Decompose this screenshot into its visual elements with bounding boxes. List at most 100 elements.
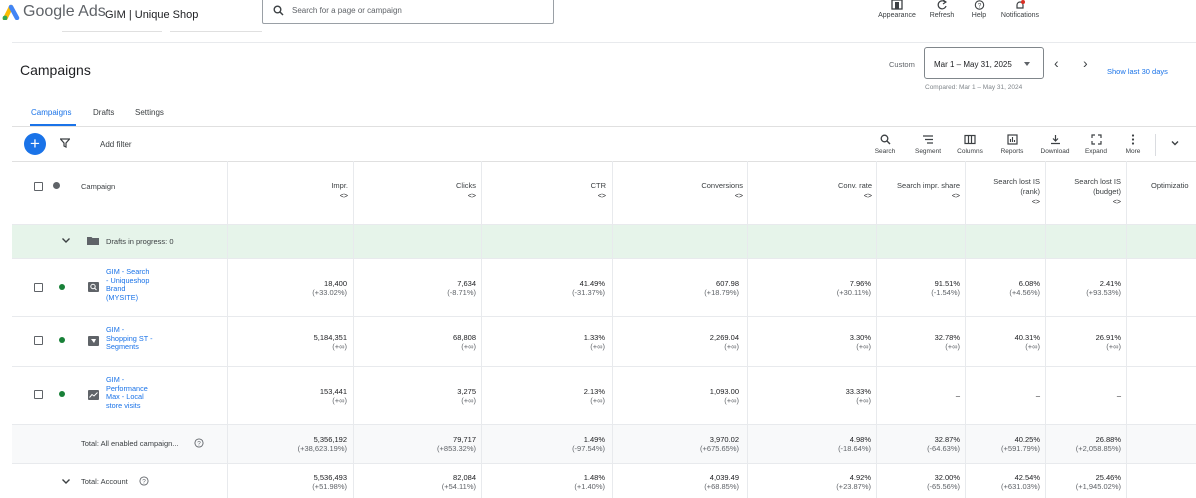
- appearance-button[interactable]: Appearance: [876, 0, 918, 19]
- cell-value: 41.49%: [579, 279, 605, 288]
- cell-change: (+∞): [1106, 342, 1121, 351]
- previous-period-button[interactable]: ‹: [1054, 55, 1059, 71]
- column-header-search-lost-is-budget[interactable]: Search lost IS (budget) <>: [1048, 177, 1121, 208]
- cell-value: 2.41%: [1099, 279, 1121, 288]
- toolbar-columns-label: Columns: [957, 148, 983, 155]
- toolbar-reports-button[interactable]: Reports: [997, 134, 1027, 155]
- tab-campaigns[interactable]: Campaigns: [31, 108, 71, 117]
- column-header-conv-rate[interactable]: Conv. rate <>: [760, 181, 872, 202]
- column-header-label: Conv. rate: [837, 181, 872, 190]
- clicks-cell: 3,275 (+∞): [457, 387, 476, 405]
- search-icon: [273, 5, 284, 16]
- column-header-conversions[interactable]: Conversions <>: [625, 181, 743, 202]
- show-last-30-days-link[interactable]: Show last 30 days: [1107, 67, 1168, 76]
- tab-settings[interactable]: Settings: [135, 108, 164, 117]
- cell-change: (+∞): [945, 342, 960, 351]
- row-divider: [12, 258, 1196, 259]
- refresh-button[interactable]: Refresh: [927, 0, 957, 19]
- cell-value: 607.98: [716, 279, 739, 288]
- chevron-down-icon[interactable]: [61, 237, 71, 244]
- lost-is-rank-cell: –: [1036, 391, 1040, 400]
- cell-change: (+1,945.02%): [1075, 482, 1121, 491]
- column-separator: [876, 161, 877, 498]
- conversions-cell: 607.98 (+18.79%): [704, 279, 739, 297]
- enabled-status-icon[interactable]: [59, 284, 65, 290]
- enabled-status-icon[interactable]: [59, 391, 65, 397]
- search-impr-share-cell: 32.87% (-64.63%): [927, 435, 960, 453]
- cell-value: 32.00%: [934, 473, 960, 482]
- column-header-impr[interactable]: Impr. <>: [240, 181, 348, 202]
- cell-value: 5,184,351: [313, 333, 347, 342]
- cell-change: (-18.64%): [838, 444, 871, 453]
- notifications-button[interactable]: Notifications: [997, 0, 1043, 19]
- column-header-ctr[interactable]: CTR <>: [494, 181, 606, 202]
- chevron-down-icon[interactable]: [61, 478, 71, 485]
- ctr-cell: 1.48% (+1.40%): [574, 473, 605, 491]
- add-filter-button[interactable]: Add filter: [100, 140, 132, 149]
- column-separator: [353, 161, 354, 498]
- campaign-name-link[interactable]: GIM - Shopping ST - Segments: [106, 325, 166, 352]
- download-icon: [1050, 135, 1060, 145]
- next-period-button[interactable]: ›: [1083, 55, 1088, 71]
- column-header-label: Search lost IS: [1074, 177, 1121, 186]
- row-checkbox[interactable]: [34, 390, 43, 399]
- column-header-sublabel: (budget): [1093, 187, 1121, 196]
- search-campaign-icon: [88, 282, 99, 292]
- column-header-search-impr-share[interactable]: Search impr. share <>: [880, 181, 960, 202]
- divider: [12, 42, 1196, 43]
- refresh-icon: [937, 0, 947, 10]
- campaign-name-link[interactable]: GIM - Performance Max - Local store visi…: [106, 375, 166, 410]
- date-range-selector[interactable]: Mar 1 – May 31, 2025: [924, 47, 1044, 79]
- compared-range: Compared: Mar 1 – May 31, 2024: [925, 84, 1023, 91]
- chevron-down-icon[interactable]: [1170, 139, 1180, 147]
- row-checkbox[interactable]: [34, 336, 43, 345]
- conversions-cell: 4,039.49 (+68.85%): [704, 473, 739, 491]
- sort-icon: <>: [1031, 199, 1040, 206]
- filter-icon[interactable]: [60, 138, 70, 148]
- toolbar-more-label: More: [1125, 148, 1141, 155]
- ctr-cell: 2.13% (+∞): [584, 387, 605, 405]
- toolbar-more-button[interactable]: More: [1121, 134, 1145, 155]
- global-search-input[interactable]: Search for a page or campaign: [262, 0, 554, 24]
- help-icon[interactable]: ?: [139, 476, 149, 486]
- cell-value: 33.33%: [845, 387, 871, 396]
- segment-icon: [923, 135, 933, 144]
- impr-cell: 5,536,493 (+51.98%): [312, 473, 347, 491]
- column-header-clicks[interactable]: Clicks <>: [366, 181, 476, 202]
- toolbar-search-button[interactable]: Search: [871, 134, 899, 155]
- column-header-sublabel: (rank): [1020, 187, 1040, 196]
- column-header-search-lost-is-rank[interactable]: Search lost IS (rank) <>: [968, 177, 1040, 208]
- cell-value: 5,356,192: [313, 435, 347, 444]
- help-icon: ?: [974, 0, 984, 10]
- sort-icon: <>: [1112, 199, 1121, 206]
- cell-value: 1.48%: [583, 473, 605, 482]
- cell-value: 3,970.02: [709, 435, 739, 444]
- account-name[interactable]: GIM | Unique Shop: [105, 9, 198, 21]
- tab-drafts[interactable]: Drafts: [93, 108, 114, 117]
- conv-rate-cell: 4.92% (+23.87%): [836, 473, 871, 491]
- cell-change: (+∞): [332, 396, 347, 405]
- cell-value: –: [955, 391, 960, 400]
- add-campaign-button[interactable]: +: [24, 133, 46, 155]
- status-header-icon[interactable]: [53, 182, 60, 189]
- cell-change: (+∞): [724, 396, 739, 405]
- impr-cell: 18,400 (+33.02%): [312, 279, 347, 297]
- toolbar-columns-button[interactable]: Columns: [954, 134, 986, 155]
- row-divider: [12, 366, 1196, 367]
- toolbar-segment-button[interactable]: Segment: [911, 134, 945, 155]
- row-checkbox[interactable]: [34, 283, 43, 292]
- select-all-checkbox[interactable]: [34, 182, 43, 191]
- column-header-campaign[interactable]: Campaign: [81, 182, 115, 192]
- clicks-cell: 68,808 (+∞): [453, 333, 476, 351]
- cell-value: 153,441: [319, 387, 347, 396]
- toolbar-download-button[interactable]: Download: [1038, 134, 1072, 155]
- campaign-name-link[interactable]: GIM - Search - Uniqueshop Brand (MYSITE): [106, 267, 166, 302]
- column-separator: [612, 161, 613, 498]
- column-header-optimization[interactable]: Optimizatio: [1151, 181, 1189, 191]
- help-button[interactable]: ? Help: [968, 0, 990, 19]
- cell-value: –: [1035, 391, 1040, 400]
- enabled-status-icon[interactable]: [59, 337, 65, 343]
- help-icon[interactable]: ?: [194, 438, 204, 448]
- lost-is-budget-cell: 2.41% (+93.53%): [1086, 279, 1121, 297]
- toolbar-expand-button[interactable]: Expand: [1081, 134, 1111, 155]
